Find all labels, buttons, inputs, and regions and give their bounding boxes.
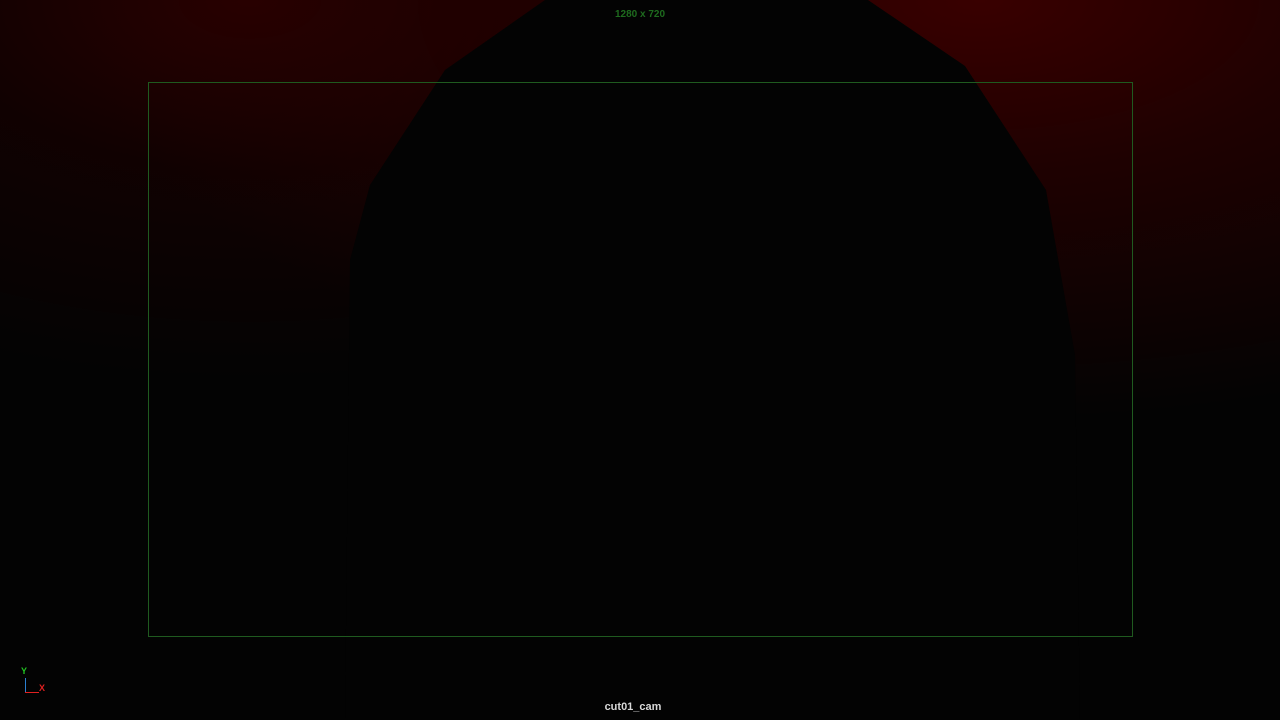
camera-name-label: cut01_cam [604,701,662,713]
camera-viewport[interactable]: 1280 x 720 cut01_cam Y X [0,0,1280,720]
resolution-gate [148,82,1133,637]
view-axis-gizmo: Y X [18,666,50,698]
axis-y-line [25,678,26,693]
axis-y-label: Y [21,666,28,676]
axis-x-label: X [39,683,46,693]
resolution-label: 1280 x 720 [614,9,666,20]
axis-x-line [25,692,39,693]
